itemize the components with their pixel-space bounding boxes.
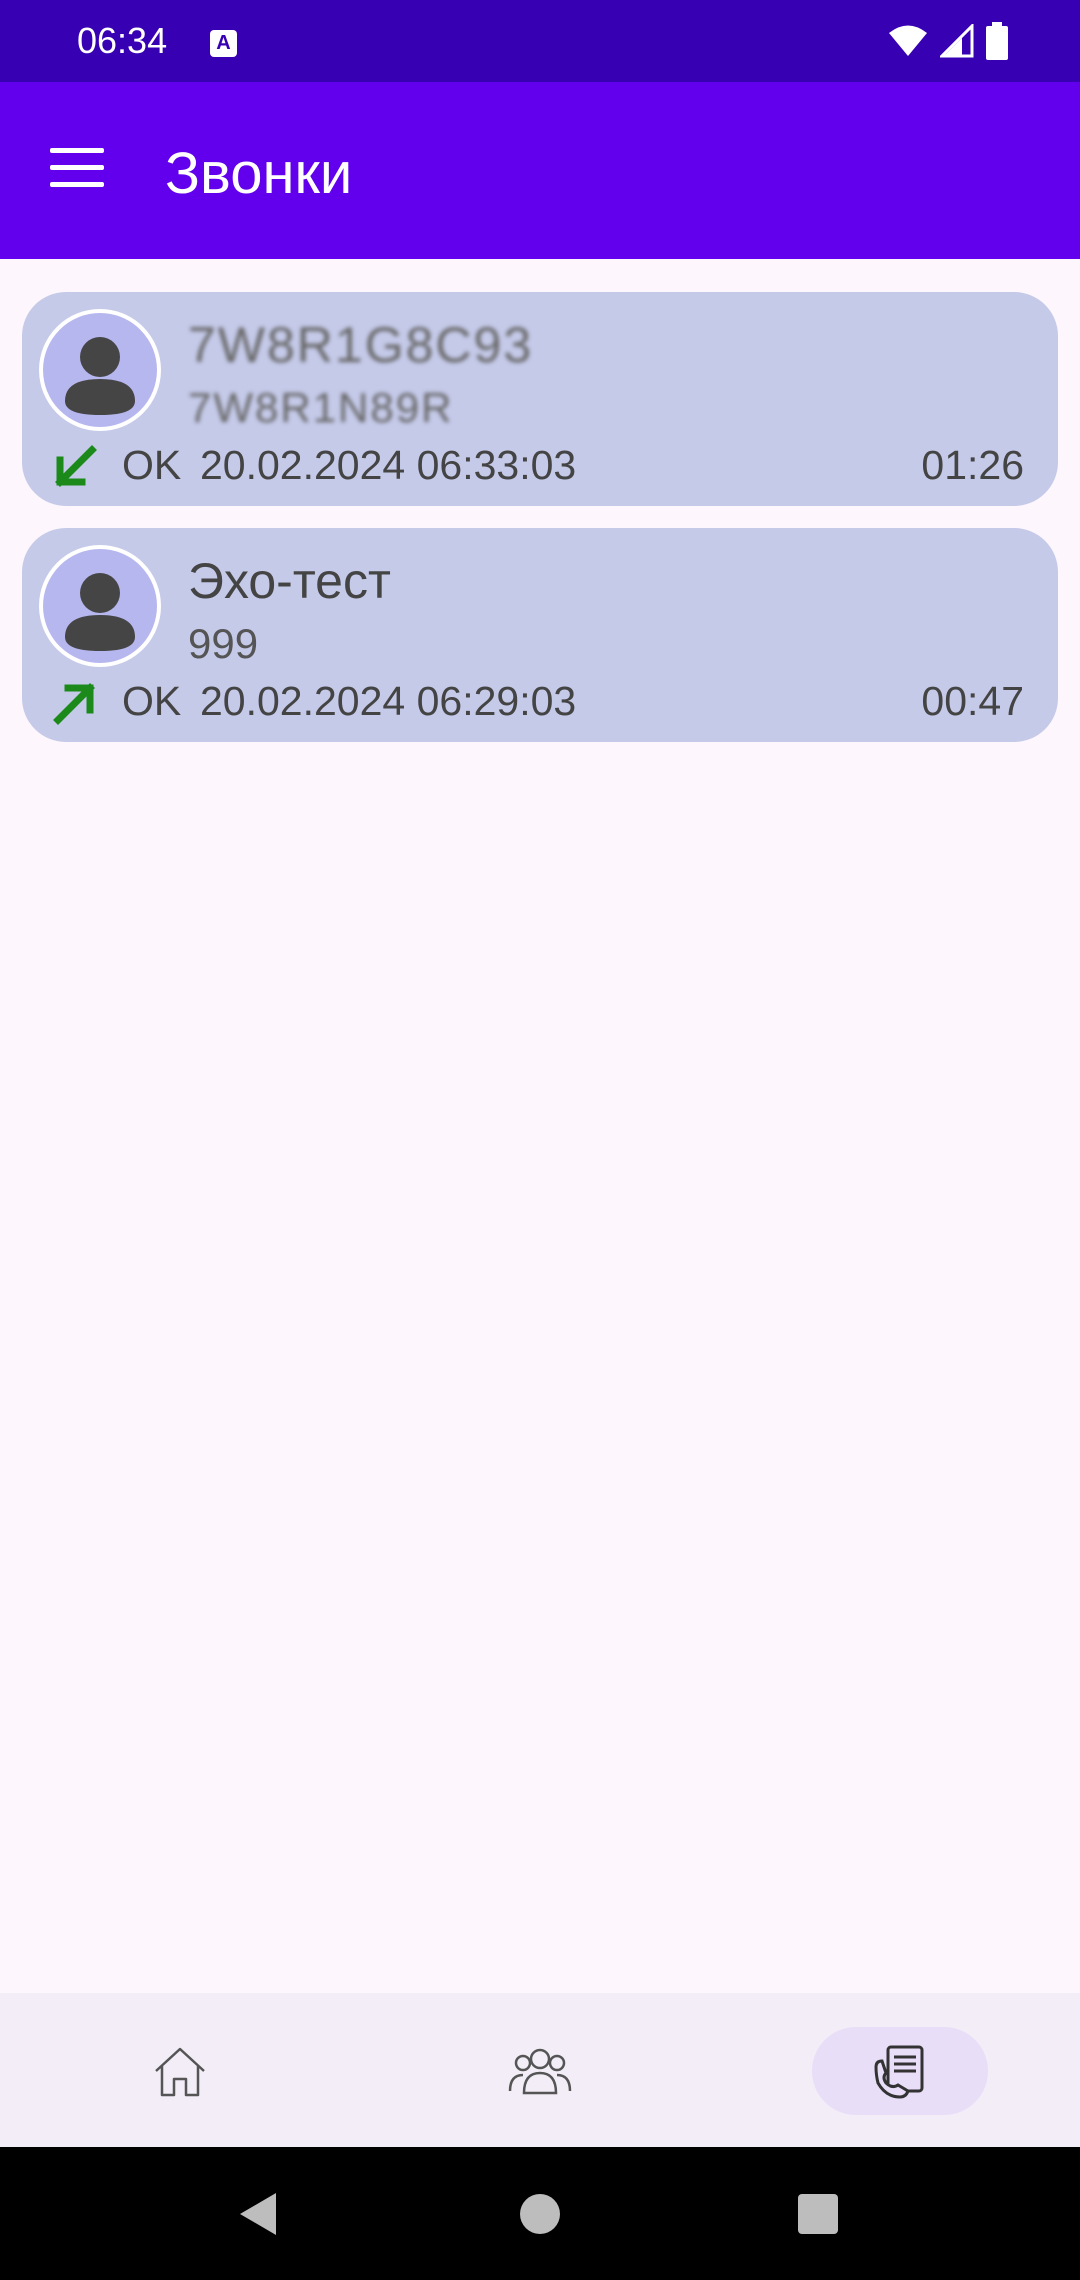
menu-icon[interactable] (50, 148, 104, 188)
recents-icon[interactable] (793, 2189, 843, 2239)
system-navigation-bar (0, 2147, 1080, 2280)
outgoing-call-arrow-icon (53, 683, 95, 725)
call-datetime: 20.02.2024 06:29:03 (200, 678, 577, 724)
signal-icon (940, 24, 974, 58)
status-bar: 06:34 A (0, 0, 1080, 82)
call-datetime: 20.02.2024 06:33:03 (200, 442, 577, 488)
call-log-icon (874, 2045, 924, 2099)
home-icon (155, 2047, 205, 2097)
call-list-item[interactable]: 7W8R1G8C93 7W8R1N89R OK 20.02.2024 06:33… (22, 292, 1058, 506)
text-a-icon: A (210, 30, 237, 57)
call-duration: 01:26 (921, 442, 1024, 488)
avatar (39, 545, 161, 667)
person-icon (65, 573, 135, 651)
bottom-navigation (0, 1993, 1080, 2147)
nav-home[interactable] (92, 2027, 268, 2115)
wifi-icon (889, 25, 927, 56)
call-status: OK (122, 442, 182, 488)
call-duration: 00:47 (921, 678, 1024, 724)
status-icons (888, 22, 1008, 60)
person-icon (65, 337, 135, 415)
page-title: Звонки (165, 141, 353, 206)
call-status: OK (122, 678, 182, 724)
nav-contacts[interactable] (452, 2027, 628, 2115)
contact-name: 7W8R1G8C93 (188, 317, 534, 373)
battery-icon (986, 22, 1008, 60)
nav-call-log[interactable] (812, 2027, 988, 2115)
back-icon[interactable] (234, 2189, 284, 2239)
contact-number: 7W8R1N89R (188, 384, 454, 431)
contacts-icon (508, 2048, 572, 2095)
status-time: 06:34 (77, 20, 168, 61)
call-list-item[interactable]: Эхо-тест 999 OK 20.02.2024 06:29:03 00:4… (22, 528, 1058, 742)
contact-number: 999 (188, 620, 259, 667)
home-button-icon[interactable] (515, 2189, 565, 2239)
incoming-call-arrow-icon (55, 445, 97, 487)
avatar (39, 309, 161, 431)
app-bar: Звонки (0, 82, 1080, 259)
contact-name: Эхо-тест (188, 553, 391, 609)
